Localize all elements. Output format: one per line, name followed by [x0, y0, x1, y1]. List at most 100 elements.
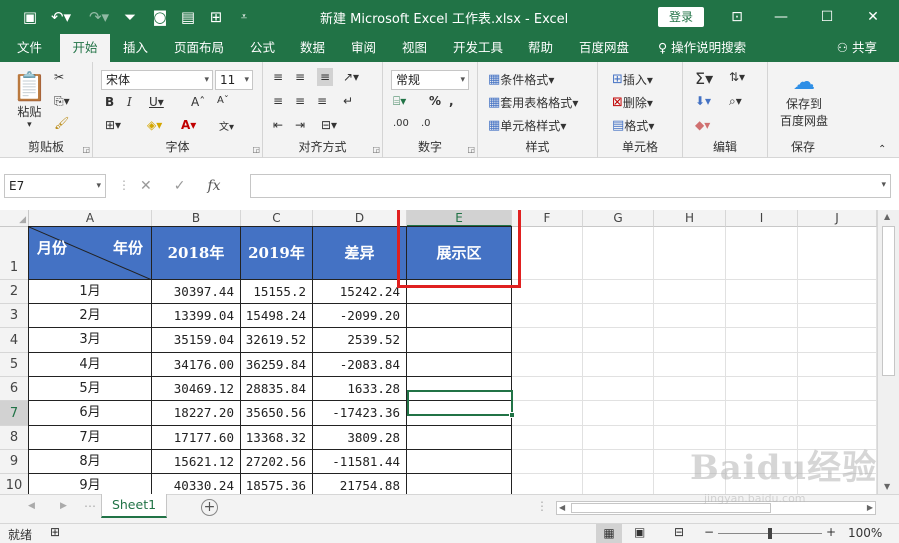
formula-input[interactable]: ▾	[250, 174, 891, 198]
share-button[interactable]: ⚇ 共享	[837, 34, 877, 62]
cell-g6[interactable]	[583, 377, 654, 401]
tab-page-layout[interactable]: 页面布局	[164, 34, 234, 62]
prev-sheet-icon[interactable]: ◀	[28, 501, 35, 511]
column-header-d[interactable]: D	[313, 210, 407, 227]
cell-a9[interactable]: 8月	[28, 450, 152, 474]
sort-filter-icon[interactable]: ⇅▾	[729, 70, 745, 84]
cell-e10[interactable]	[407, 474, 512, 494]
font-size-select[interactable]: 11 ▾	[215, 70, 253, 90]
cell-j2[interactable]	[798, 280, 877, 304]
merge-center-icon[interactable]: ⊟▾	[321, 118, 337, 132]
row-header-7[interactable]: 7	[0, 401, 29, 426]
cell-f9[interactable]	[512, 450, 583, 474]
cell-d9[interactable]: -11581.44	[313, 450, 407, 474]
font-color-icon[interactable]: A▾	[181, 118, 196, 132]
save-icon[interactable]: ▣	[20, 6, 40, 28]
cell-h3[interactable]	[654, 304, 726, 328]
column-header-j[interactable]: J	[798, 210, 877, 227]
page-break-view-icon[interactable]: ⊟	[674, 525, 684, 539]
cell-f2[interactable]	[512, 280, 583, 304]
align-center-icon[interactable]: ≡	[295, 94, 305, 108]
cell-e4[interactable]	[407, 328, 512, 353]
number-format-select[interactable]: 常规 ▾	[391, 70, 469, 90]
scroll-left-icon[interactable]: ◀	[559, 503, 565, 512]
zoom-level[interactable]: 100%	[848, 526, 882, 540]
cell-c3[interactable]: 15498.24	[241, 304, 313, 328]
copy-icon[interactable]: ⎘▾	[54, 94, 70, 109]
column-header-f[interactable]: F	[512, 210, 583, 227]
cell-b2[interactable]: 30397.44	[152, 280, 241, 304]
name-box[interactable]: E7 ▾	[4, 174, 106, 198]
filter-icon[interactable]: ⏷	[120, 6, 140, 28]
next-sheet-icon[interactable]: ▶	[60, 501, 67, 511]
cancel-icon[interactable]: ✕	[140, 178, 152, 194]
redo-icon[interactable]: ↷▾	[84, 6, 114, 28]
fill-handle[interactable]	[509, 412, 515, 418]
header-cell-month-year[interactable]: 月份 年份	[28, 226, 152, 280]
cell-j1[interactable]	[798, 227, 877, 280]
phonetic-icon[interactable]: 文▾	[219, 118, 234, 133]
zoom-out-icon[interactable]: −	[704, 525, 714, 539]
format-as-table-button[interactable]: ▦ 套用表格格式 ▾	[488, 94, 578, 111]
cell-h7[interactable]	[654, 401, 726, 426]
page-layout-view-icon[interactable]: ▣	[634, 525, 645, 539]
cell-f7[interactable]	[512, 401, 583, 426]
header-cell-c[interactable]: 2019年	[241, 226, 313, 280]
cell-e9[interactable]	[407, 450, 512, 474]
cell-c8[interactable]: 13368.32	[241, 426, 313, 450]
column-header-g[interactable]: G	[583, 210, 654, 227]
cut-icon[interactable]: ✂	[54, 70, 64, 84]
row-header-8[interactable]: 8	[0, 426, 29, 450]
increase-indent-icon[interactable]: ⇥	[295, 118, 305, 132]
tab-developer[interactable]: 开发工具	[443, 34, 513, 62]
cell-j3[interactable]	[798, 304, 877, 328]
row-header-6[interactable]: 6	[0, 377, 29, 401]
insert-function-icon[interactable]: fx	[207, 178, 220, 194]
minimize-icon[interactable]: —	[766, 6, 796, 28]
cell-c2[interactable]: 15155.2	[241, 280, 313, 304]
cell-i7[interactable]	[726, 401, 798, 426]
cell-i2[interactable]	[726, 280, 798, 304]
cell-g1[interactable]	[583, 227, 654, 280]
accounting-icon[interactable]: ⌸▾	[393, 94, 406, 109]
paste-button[interactable]: 📋 粘贴 ▾	[12, 70, 47, 130]
tab-view[interactable]: 视图	[392, 34, 437, 62]
cell-f10[interactable]	[512, 474, 583, 494]
maximize-icon[interactable]: ☐	[812, 6, 842, 28]
dialog-launcher-icon[interactable]: ◲	[467, 145, 475, 154]
column-header-a[interactable]: A	[29, 210, 152, 227]
row-header-9[interactable]: 9	[0, 450, 29, 474]
column-header-h[interactable]: H	[654, 210, 726, 227]
enter-icon[interactable]: ✓	[174, 178, 186, 194]
cell-f3[interactable]	[512, 304, 583, 328]
cell-b8[interactable]: 17177.60	[152, 426, 241, 450]
header-cell-b[interactable]: 2018年	[152, 226, 241, 280]
autosum-icon[interactable]: Σ▾	[695, 69, 713, 88]
cell-b9[interactable]: 15621.12	[152, 450, 241, 474]
format-painter-icon[interactable]: 🖌	[54, 116, 69, 130]
tab-home[interactable]: 开始	[60, 34, 110, 62]
cell-h4[interactable]	[654, 328, 726, 353]
save-to-netdisk-button[interactable]: ☁ 保存到 百度网盘	[776, 70, 832, 129]
cell-f4[interactable]	[512, 328, 583, 353]
cell-h2[interactable]	[654, 280, 726, 304]
align-left-icon[interactable]: ≡	[273, 94, 283, 108]
align-top-icon[interactable]: ≡	[273, 70, 283, 84]
cell-e5[interactable]	[407, 353, 512, 377]
cell-i6[interactable]	[726, 377, 798, 401]
cell-a3[interactable]: 2月	[28, 304, 152, 328]
cell-d2[interactable]: 15242.24	[313, 280, 407, 304]
row-header-2[interactable]: 2	[0, 280, 29, 304]
cell-d3[interactable]: -2099.20	[313, 304, 407, 328]
sheet-tab-sheet1[interactable]: Sheet1	[101, 494, 167, 518]
zoom-slider-thumb[interactable]	[768, 528, 772, 539]
column-header-i[interactable]: I	[726, 210, 798, 227]
customize-qat-icon[interactable]: ⩡	[234, 6, 254, 28]
cell-c7[interactable]: 35650.56	[241, 401, 313, 426]
cell-h1[interactable]	[654, 227, 726, 280]
login-button[interactable]: 登录	[658, 7, 704, 27]
zoom-in-icon[interactable]: +	[826, 525, 836, 539]
cell-f5[interactable]	[512, 353, 583, 377]
camera-icon[interactable]: ◙	[150, 6, 170, 28]
cell-c5[interactable]: 36259.84	[241, 353, 313, 377]
